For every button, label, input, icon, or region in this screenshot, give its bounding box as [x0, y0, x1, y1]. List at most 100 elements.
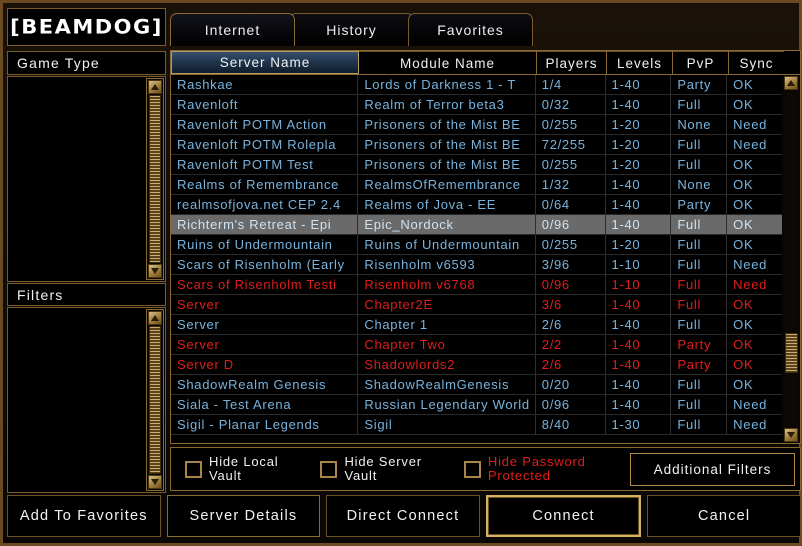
- checkbox-box[interactable]: [463, 460, 481, 478]
- checkbox-item-2[interactable]: Hide Password Protected: [463, 455, 586, 483]
- table-row[interactable]: realmsofjova.net CEP 2.4 Realms of Jova -…: [171, 195, 782, 215]
- cell-players: 0/255: [536, 155, 606, 174]
- cell-sync: Need: [733, 417, 768, 432]
- table-row[interactable]: Ravenloft POTM Action Prisoners of the Mi…: [171, 115, 782, 135]
- cell-players: 72/255: [536, 135, 606, 154]
- tab-favorites[interactable]: Favorites: [408, 13, 533, 46]
- cell-pvp: Full: [671, 275, 728, 294]
- table-row[interactable]: ShadowRealm Genesis ShadowRealmGenesis 0/2…: [171, 375, 782, 395]
- button-add-to-favorites[interactable]: Add To Favorites: [7, 495, 161, 537]
- column-header-module[interactable]: Module Name: [359, 51, 537, 74]
- cell-name: Server D: [171, 355, 359, 374]
- game-type-scroll-thumb[interactable]: [149, 95, 161, 263]
- checkbox-item-0[interactable]: Hide Local Vault: [185, 455, 278, 483]
- table-row[interactable]: Richterm's Retreat - Epi Epic_Nordock 0/96…: [171, 215, 782, 235]
- additional-filters-button[interactable]: Additional Filters: [630, 453, 795, 486]
- button-connect[interactable]: Connect: [485, 495, 642, 537]
- cell-name: Server: [171, 315, 359, 334]
- tab-history[interactable]: History: [289, 13, 414, 46]
- game-type-header: Game Type: [7, 51, 166, 75]
- cell-module: Prisoners of the Mist BE: [358, 115, 536, 134]
- cell-name: Ravenloft POTM Action: [171, 115, 359, 134]
- table-row[interactable]: Server Chapter2E 3/6 1-40 Full OK: [171, 295, 782, 315]
- table-row[interactable]: Scars of Risenholm Testi Risenholm v6768 0…: [171, 275, 782, 295]
- filters-list[interactable]: [7, 307, 166, 493]
- checkbox-box[interactable]: [185, 460, 202, 478]
- table-row[interactable]: Ravenloft POTM Rolepla Prisoners of the M…: [171, 135, 782, 155]
- cell-levels: 1-30: [606, 415, 672, 434]
- cell-module: Lords of Darkness 1 - T: [358, 75, 536, 94]
- cell-pvp: Full: [671, 295, 728, 314]
- cell-levels: 1-40: [606, 355, 672, 374]
- table-body[interactable]: Rashkae Lords of Darkness 1 - T 1/4 1-40 Par…: [171, 75, 782, 443]
- table-row[interactable]: Server Chapter 1 2/6 1-40 Full OK: [171, 315, 782, 335]
- scroll-down-arrow-icon[interactable]: [784, 428, 798, 442]
- cell-name: Server: [171, 295, 359, 314]
- cell-name: Ruins of Undermountain: [171, 235, 359, 254]
- filters-scrollbar[interactable]: [146, 309, 164, 491]
- scroll-up-arrow-icon[interactable]: [784, 76, 798, 90]
- game-type-scroll-track[interactable]: [149, 95, 161, 263]
- column-header-levels[interactable]: Levels: [607, 51, 673, 74]
- cell-name: Siala - Test Arena: [171, 395, 359, 414]
- cell-pvp: Full: [671, 235, 728, 254]
- scroll-up-arrow-icon[interactable]: [148, 311, 162, 325]
- cell-sync: OK: [733, 97, 754, 112]
- cell-module: Prisoners of the Mist BE: [358, 135, 536, 154]
- cell-players: 0/32: [536, 95, 606, 114]
- cell-name: Ravenloft POTM Rolepla: [171, 135, 359, 154]
- button-cancel[interactable]: Cancel: [647, 495, 801, 537]
- cell-name: Scars of Risenholm Testi: [171, 275, 359, 294]
- table-row[interactable]: Siala - Test Arena Russian Legendary Worl…: [171, 395, 782, 415]
- cell-pvp: Full: [671, 255, 728, 274]
- button-label: Connect: [532, 508, 595, 524]
- table-row[interactable]: Ruins of Undermountain Ruins of Undermoun…: [171, 235, 782, 255]
- cell-players: 2/6: [536, 355, 606, 374]
- table-row[interactable]: Rashkae Lords of Darkness 1 - T 1/4 1-40 Par…: [171, 75, 782, 95]
- cell-players: 1/4: [536, 75, 606, 94]
- cell-sync: OK: [733, 197, 754, 212]
- filters-scroll-thumb[interactable]: [149, 326, 161, 474]
- cell-levels: 1-40: [606, 295, 672, 314]
- tab-favorites-label: Favorites: [437, 22, 504, 38]
- column-header-label: Module Name: [399, 55, 496, 71]
- cell-sync: OK: [733, 157, 754, 172]
- table-row[interactable]: Ravenloft Realm of Terror beta3 0/32 1-40 Fu…: [171, 95, 782, 115]
- filters-scroll-track[interactable]: [149, 326, 161, 474]
- scroll-down-arrow-icon[interactable]: [148, 475, 162, 489]
- checkbox-item-1[interactable]: Hide Server Vault: [320, 455, 421, 483]
- checkbox-label: Hide Local Vault: [209, 454, 279, 483]
- column-header-sync[interactable]: Sync: [729, 51, 784, 74]
- button-direct-connect[interactable]: Direct Connect: [326, 495, 480, 537]
- tab-internet[interactable]: Internet: [170, 13, 295, 46]
- server-list-scrollbar[interactable]: [782, 75, 800, 443]
- server-list-scroll-track[interactable]: [785, 91, 798, 427]
- cell-sync: OK: [733, 217, 754, 232]
- tab-bar: Internet History Favorites: [170, 12, 533, 46]
- checkbox-box[interactable]: [320, 460, 338, 478]
- filters-header: Filters: [7, 283, 166, 306]
- table-row[interactable]: Server D Shadowlords2 2/6 1-40 Party OK: [171, 355, 782, 375]
- table-row[interactable]: Sigil - Planar Legends Sigil 8/40 1-30 Full N…: [171, 415, 782, 435]
- cell-module: Realm of Terror beta3: [358, 95, 536, 114]
- button-server-details[interactable]: Server Details: [166, 495, 321, 537]
- button-label: Add To Favorites: [19, 508, 148, 524]
- scroll-up-arrow-icon[interactable]: [148, 80, 162, 94]
- cell-sync: OK: [733, 297, 754, 312]
- server-list-scroll-thumb[interactable]: [785, 332, 798, 373]
- table-row[interactable]: Ravenloft POTM Test Prisoners of the Mist…: [171, 155, 782, 175]
- table-row[interactable]: Scars of Risenholm (Early Risenholm v6593…: [171, 255, 782, 275]
- column-header-pvp[interactable]: PvP: [673, 51, 729, 74]
- scroll-down-arrow-icon[interactable]: [148, 264, 162, 278]
- cell-sync: OK: [733, 337, 754, 352]
- cell-levels: 1-20: [606, 135, 672, 154]
- game-type-scrollbar[interactable]: [146, 78, 164, 280]
- column-header-name[interactable]: Server Name: [171, 51, 359, 74]
- column-header-players[interactable]: Players: [537, 51, 607, 74]
- cell-pvp: None: [671, 175, 728, 194]
- cell-levels: 1-40: [606, 75, 672, 94]
- beamdog-logo: [BEAMDOG]: [7, 8, 166, 46]
- game-type-list[interactable]: [7, 76, 166, 282]
- table-row[interactable]: Server Chapter Two 2/2 1-40 Party OK: [171, 335, 782, 355]
- table-row[interactable]: Realms of Remembrance RealmsOfRemembrance…: [171, 175, 782, 195]
